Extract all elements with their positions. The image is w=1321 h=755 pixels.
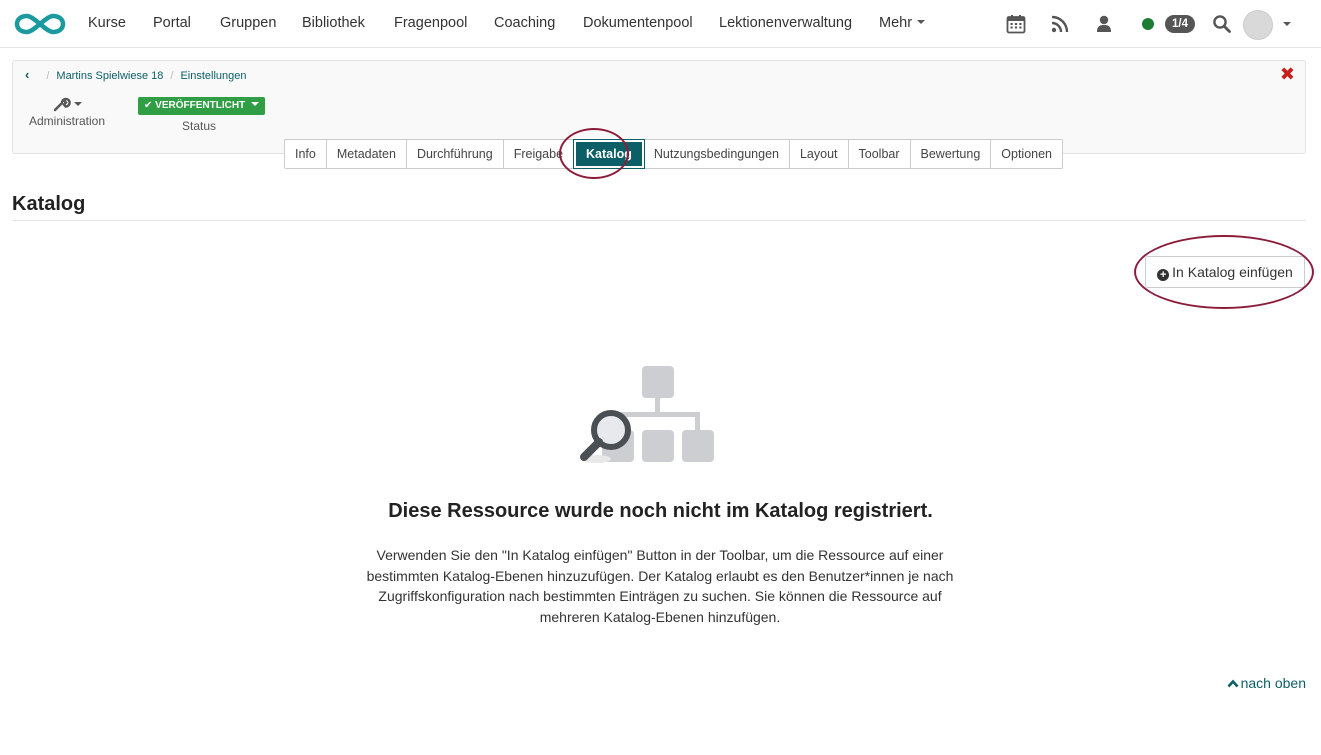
back-to-top-link[interactable]: nach oben [1227, 675, 1306, 691]
online-status-icon[interactable] [1142, 18, 1154, 30]
tab-durchfuehrung[interactable]: Durchführung [407, 140, 504, 168]
nav-mehr-label: Mehr [879, 15, 913, 31]
user-icon[interactable] [1094, 14, 1114, 34]
chevron-up-icon [1227, 679, 1239, 688]
back-to-top-label: nach oben [1240, 675, 1306, 691]
avatar[interactable] [1243, 10, 1273, 40]
administration-label: Administration [28, 114, 106, 129]
nav-bibliothek[interactable]: Bibliothek [302, 15, 365, 31]
tab-freigabe[interactable]: Freigabe [504, 140, 575, 168]
empty-state-title: Diese Ressource wurde noch nicht im Kata… [388, 500, 933, 522]
status-published-button[interactable]: ✔ VERÖFFENTLICHT [138, 97, 266, 115]
nav-mehr-dropdown[interactable]: Mehr [879, 15, 926, 31]
top-navigation: Kurse Portal Gruppen Bibliothek Fragenpo… [0, 0, 1321, 48]
add-to-catalog-button[interactable]: + In Katalog einfügen [1145, 256, 1305, 288]
logo-infinity-icon[interactable] [14, 12, 66, 36]
breadcrumb-item-course[interactable]: Martins Spielwiese 18 [56, 70, 163, 82]
tab-nutzungsbedingungen[interactable]: Nutzungsbedingungen [644, 140, 790, 168]
nav-kurse[interactable]: Kurse [88, 15, 126, 31]
status-button-label: ✔ VERÖFFENTLICHT [144, 100, 246, 111]
nav-gruppen[interactable]: Gruppen [220, 15, 276, 31]
nav-portal[interactable]: Portal [153, 15, 191, 31]
tab-bewertung[interactable]: Bewertung [911, 140, 992, 168]
status-label: Status [181, 119, 217, 133]
page-title: Katalog [12, 193, 86, 215]
nav-fragenpool[interactable]: Fragenpool [394, 15, 467, 31]
chevron-down-icon [73, 102, 82, 107]
catalog-search-illustration-icon [580, 366, 714, 463]
session-count-badge[interactable]: 1/4 [1165, 15, 1195, 33]
nav-dokumentenpool[interactable]: Dokumentenpool [583, 15, 693, 31]
tab-toolbar[interactable]: Toolbar [849, 140, 911, 168]
close-icon[interactable]: ✖ [1280, 65, 1295, 83]
administration-dropdown[interactable]: Administration [27, 95, 107, 128]
chevron-down-icon [917, 20, 926, 24]
chevron-down-icon [251, 102, 260, 106]
divider [12, 220, 1306, 221]
tab-info[interactable]: Info [285, 140, 327, 168]
search-icon[interactable] [1212, 14, 1232, 34]
tab-layout[interactable]: Layout [790, 140, 849, 168]
add-button-label: In Katalog einfügen [1172, 264, 1293, 280]
plus-circle-icon: + [1157, 269, 1170, 281]
nav-coaching[interactable]: Coaching [494, 15, 555, 31]
rss-icon[interactable] [1050, 14, 1070, 34]
chevron-down-icon[interactable] [1283, 22, 1291, 26]
empty-state-description: Verwenden Sie den "In Katalog einfügen" … [366, 547, 954, 625]
status-dropdown: ✔ VERÖFFENTLICHT Status [138, 95, 266, 133]
breadcrumb-item-settings[interactable]: Einstellungen [180, 70, 246, 82]
tab-katalog[interactable]: Katalog [574, 140, 644, 168]
tab-optionen[interactable]: Optionen [991, 140, 1062, 168]
nav-lektionenverwaltung[interactable]: Lektionenverwaltung [719, 15, 852, 31]
breadcrumb: ‹ / Martins Spielwiese 18/Einstellungen [25, 67, 247, 82]
wrench-icon [53, 98, 71, 112]
back-chevron-icon[interactable]: ‹ [25, 67, 29, 82]
calendar-icon[interactable] [1006, 14, 1026, 34]
settings-tabs: Info Metadaten Durchführung Freigabe Kat… [284, 139, 1064, 169]
tab-metadaten[interactable]: Metadaten [327, 140, 407, 168]
